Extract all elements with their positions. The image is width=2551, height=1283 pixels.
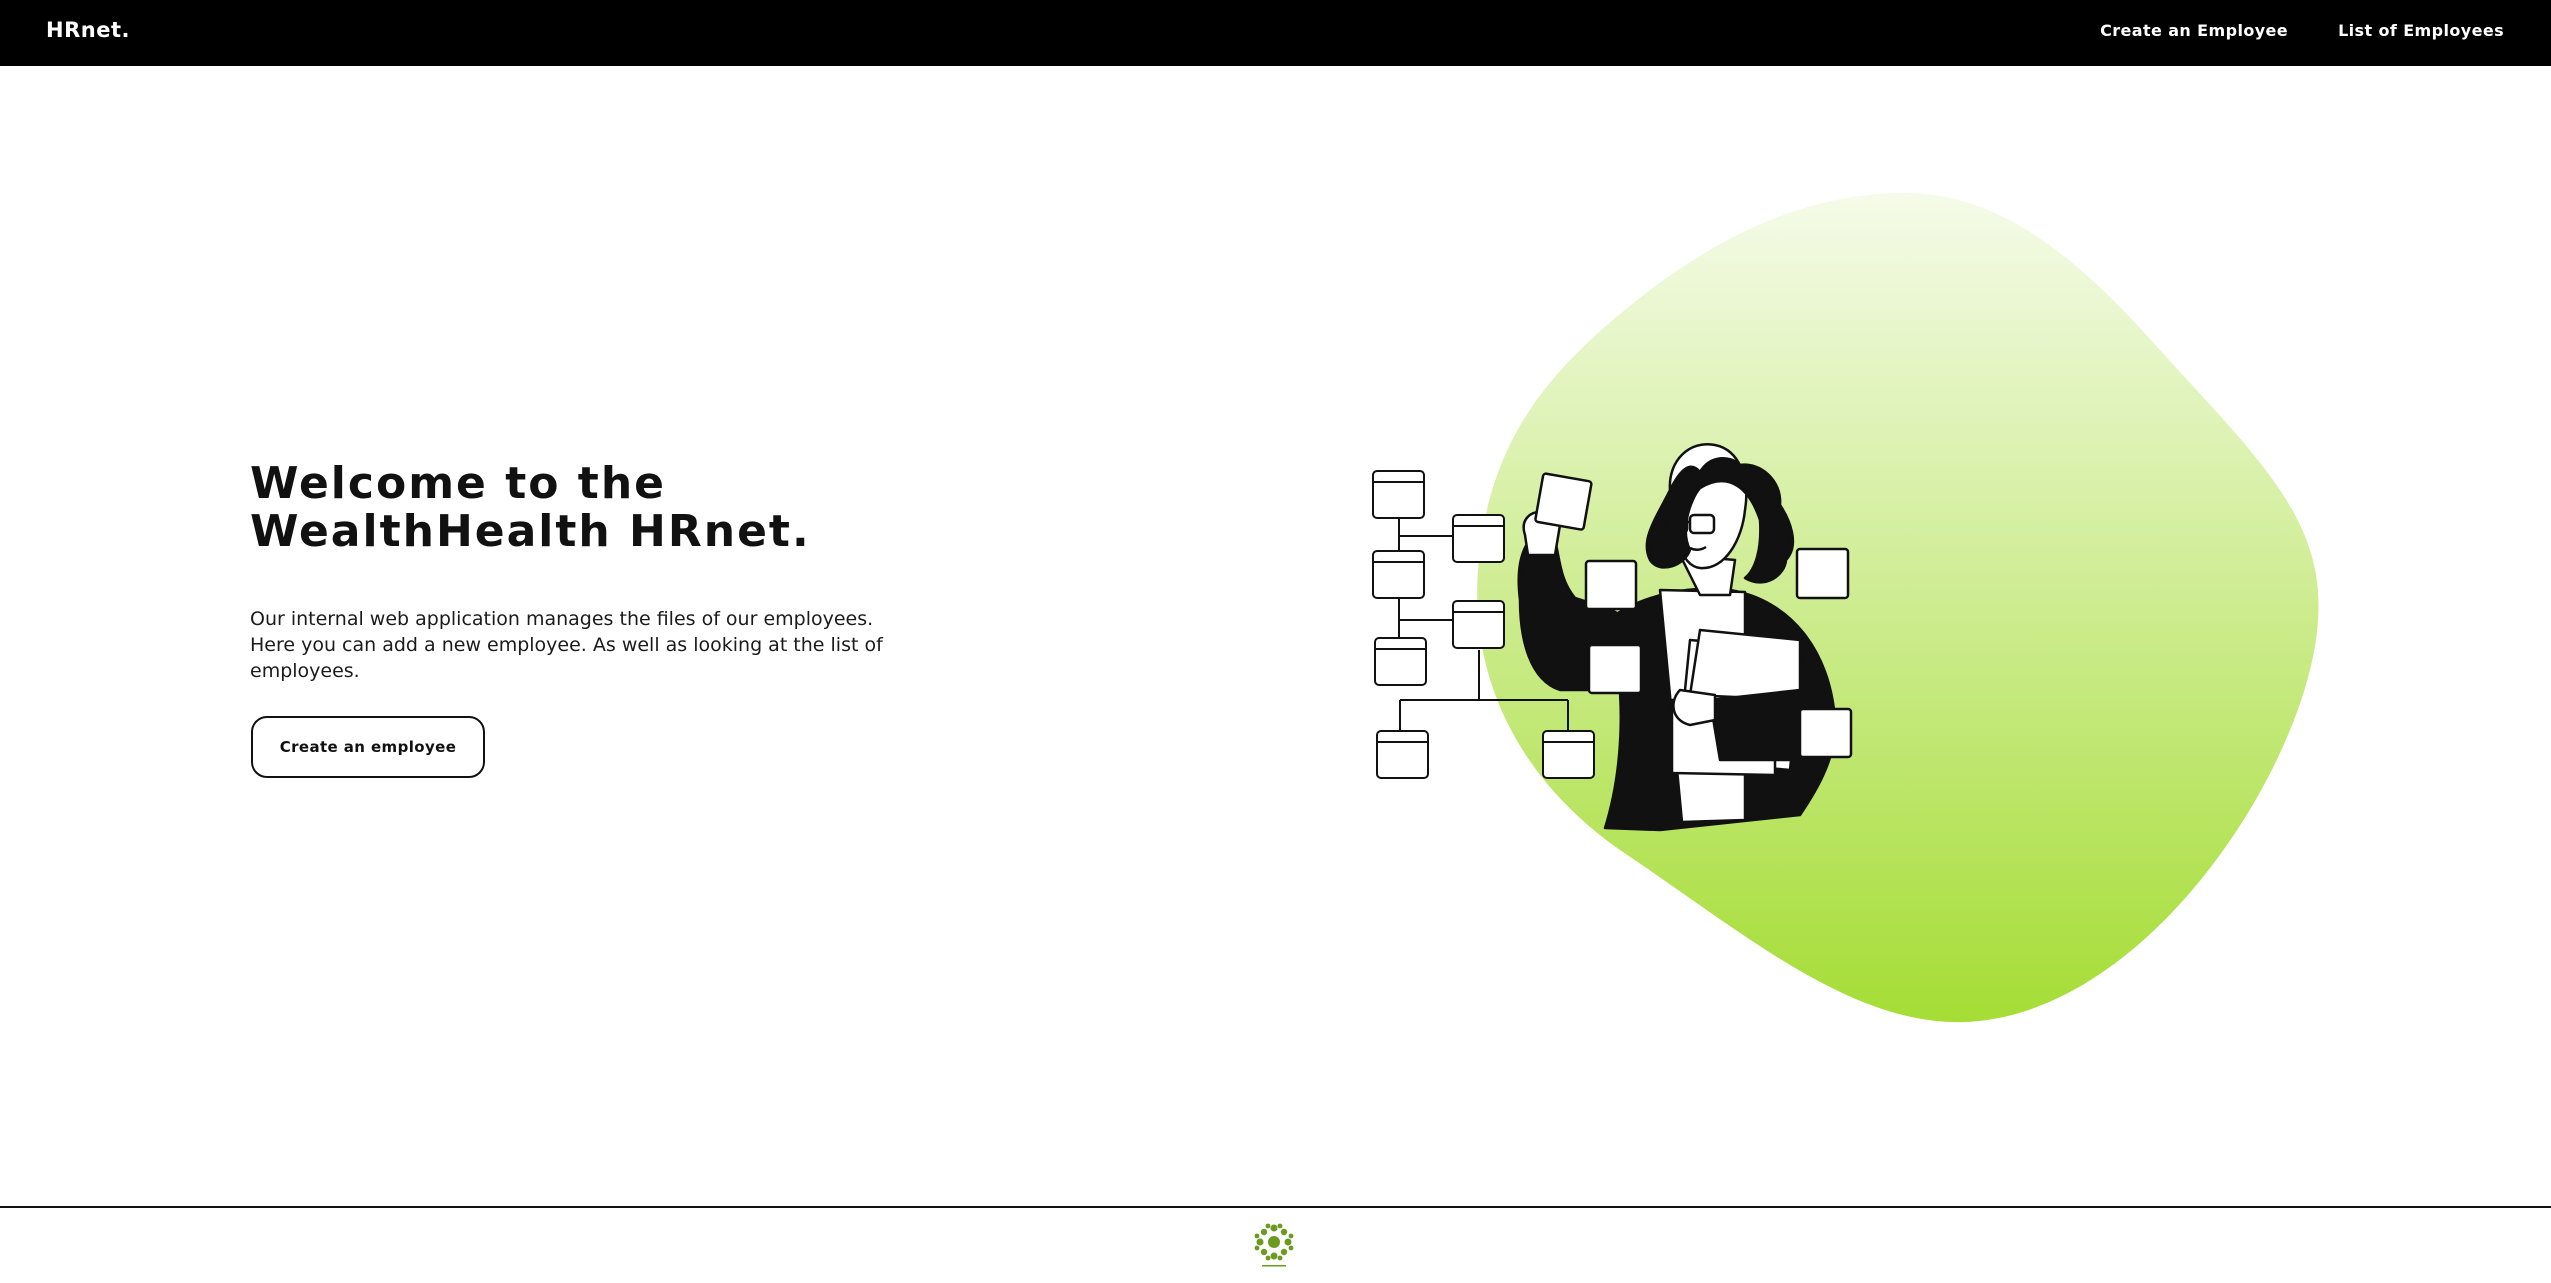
create-employee-button[interactable]: Create an employee [251, 716, 485, 778]
top-navbar: HRnet. Create an Employee List of Employ… [0, 0, 2551, 66]
main-nav: Create an Employee List of Employees [2100, 21, 2504, 40]
hero-title: Welcome to the WealthHealth HRnet. [250, 460, 950, 556]
hero-description: Our internal web application manages the… [250, 608, 883, 682]
nav-create-employee-link[interactable]: Create an Employee [2100, 21, 2288, 40]
wealth-health-logo-icon [1254, 1223, 1294, 1267]
brand-logo-link[interactable]: HRnet. [46, 18, 130, 42]
woman-organizing-chart-illustration [1372, 192, 2319, 1023]
nav-list-employees-link[interactable]: List of Employees [2338, 21, 2504, 40]
page: HRnet. Create an Employee List of Employ… [0, 0, 2551, 1283]
hero-title-line-1: Welcome to the [250, 458, 666, 509]
footer [0, 1206, 2551, 1283]
hero-title-line-2: WealthHealth HRnet. [250, 506, 811, 557]
